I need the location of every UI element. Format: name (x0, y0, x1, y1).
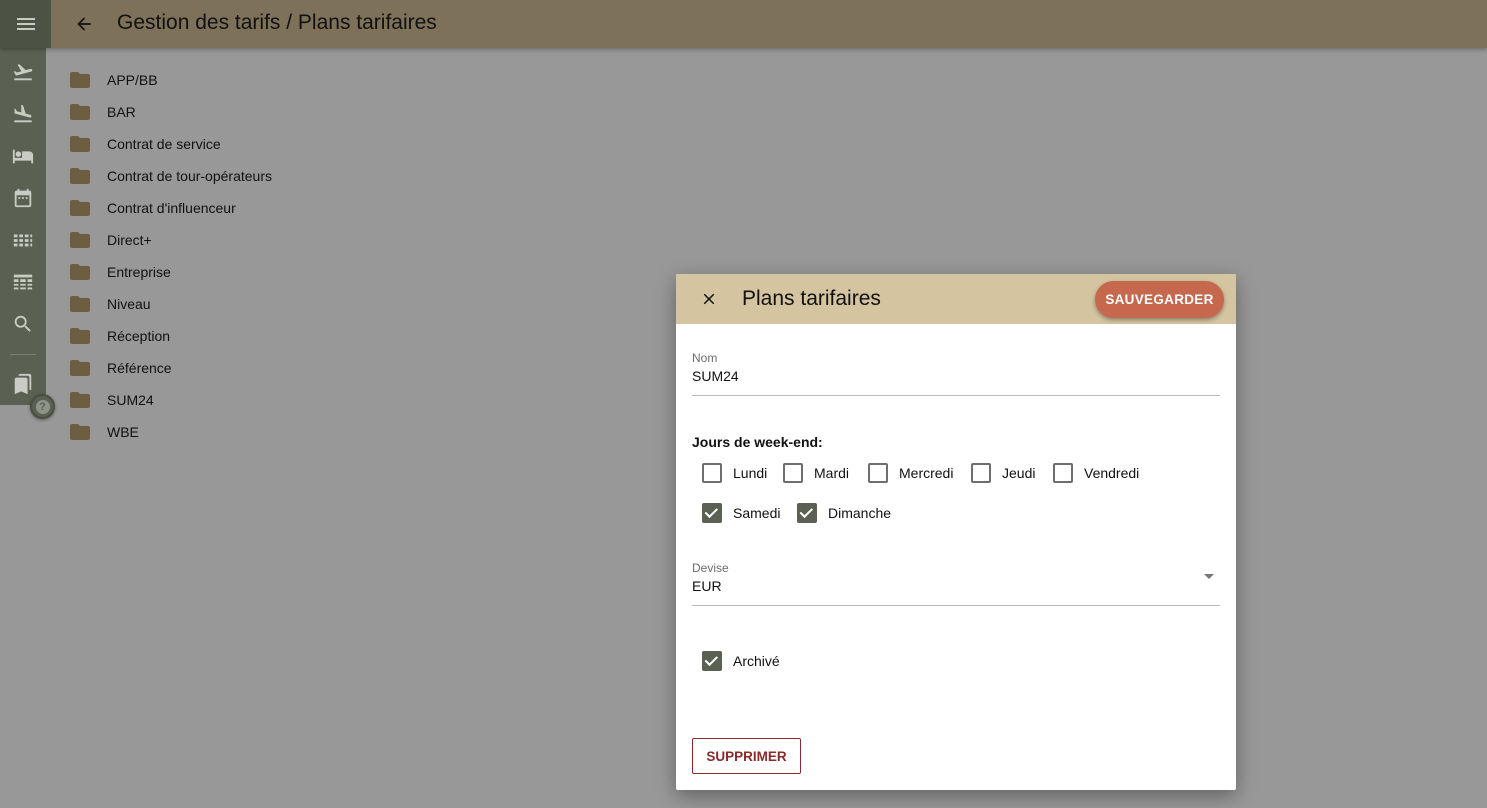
folder-icon (70, 264, 90, 280)
folder-icon (70, 296, 90, 312)
help-icon: ? (35, 399, 50, 414)
day-checkbox-dimanche[interactable]: Dimanche (797, 501, 891, 525)
checkbox-box[interactable] (868, 463, 888, 483)
day-label: Lundi (733, 465, 768, 481)
checkbox-box[interactable] (971, 463, 991, 483)
day-label: Mardi (814, 465, 850, 481)
page-title: Gestion des tarifs / Plans tarifaires (117, 11, 437, 34)
arrow-back-icon (77, 17, 91, 31)
folder-icon (70, 328, 90, 344)
folder-item[interactable]: Niveau (66, 288, 272, 320)
day-checkbox-samedi[interactable]: Samedi (702, 501, 780, 525)
folder-label: APP/BB (107, 72, 158, 88)
devise-label: Devise (692, 561, 729, 575)
folder-label: BAR (107, 104, 136, 120)
delete-button[interactable]: SUPPRIMER (692, 738, 801, 774)
folder-icon (70, 168, 90, 184)
checkbox-box[interactable] (1053, 463, 1073, 483)
day-label: Dimanche (828, 505, 892, 521)
folder-item[interactable]: Contrat de tour-opérateurs (66, 160, 272, 192)
folder-item[interactable]: BAR (66, 96, 272, 128)
archive-checkbox-box[interactable] (702, 651, 722, 671)
flight-land-icon[interactable] (9, 100, 37, 128)
menu-button[interactable] (0, 0, 51, 48)
folder-icon (70, 232, 90, 248)
menu-icon (16, 18, 35, 30)
archive-label: Archivé (733, 653, 780, 669)
close-button[interactable] (696, 286, 722, 312)
close-icon (703, 293, 715, 305)
checkbox-box[interactable] (702, 463, 722, 483)
help-button[interactable]: ? (30, 394, 55, 419)
folder-list: APP/BB BAR Contrat de service Contrat de to… (66, 64, 272, 448)
folder-label: Contrat d'influenceur (107, 200, 236, 216)
checkbox-box[interactable] (702, 503, 722, 523)
day-label: Mercredi (899, 465, 954, 481)
devise-value: EUR (692, 578, 722, 594)
nav-rail (0, 48, 46, 405)
folder-icon (70, 136, 90, 152)
flight-takeoff-icon[interactable] (9, 58, 37, 86)
folder-label: Niveau (107, 296, 151, 312)
save-button[interactable]: SAUVEGARDER (1095, 281, 1224, 318)
folder-label: Contrat de service (107, 136, 221, 152)
folder-item[interactable]: Direct+ (66, 224, 272, 256)
folder-item[interactable]: Contrat de service (66, 128, 272, 160)
folder-label: Entreprise (107, 264, 171, 280)
folder-label: WBE (107, 424, 139, 440)
hotel-bed-icon[interactable] (9, 142, 37, 170)
dialog-header: Plans tarifaires SAUVEGARDER (676, 274, 1236, 324)
folder-label: Contrat de tour-opérateurs (107, 168, 272, 184)
rate-plan-dialog: Plans tarifaires SAUVEGARDER Nom SUM24 J… (676, 274, 1236, 790)
nom-value[interactable]: SUM24 (692, 368, 1220, 384)
folder-icon (70, 200, 90, 216)
day-checkbox-mercredi[interactable]: Mercredi (868, 461, 953, 485)
weekend-days-label: Jours de week-end: (692, 434, 823, 450)
folder-icon (70, 392, 90, 408)
folder-item[interactable]: Réception (66, 320, 272, 352)
bookmarks-icon[interactable] (9, 370, 37, 398)
day-checkbox-jeudi[interactable]: Jeudi (971, 461, 1035, 485)
devise-select[interactable]: Devise EUR (692, 561, 1220, 606)
day-label: Samedi (733, 505, 781, 521)
folder-label: Direct+ (107, 232, 152, 248)
folder-icon (70, 360, 90, 376)
folder-item[interactable]: SUM24 (66, 384, 272, 416)
archive-checkbox[interactable]: Archivé (702, 649, 780, 673)
day-checkbox-lundi[interactable]: Lundi (702, 461, 767, 485)
app-bar: Gestion des tarifs / Plans tarifaires (0, 0, 1487, 48)
grid-icon[interactable] (9, 226, 37, 254)
day-label: Vendredi (1084, 465, 1140, 481)
folder-item[interactable]: WBE (66, 416, 272, 448)
nom-field[interactable]: Nom SUM24 (692, 351, 1220, 396)
calendar-icon[interactable] (9, 184, 37, 212)
folder-item[interactable]: APP/BB (66, 64, 272, 96)
nom-label: Nom (692, 351, 718, 365)
folder-icon (70, 72, 90, 88)
dialog-title: Plans tarifaires (742, 287, 881, 310)
folder-label: Référence (107, 360, 172, 376)
folder-item[interactable]: Entreprise (66, 256, 272, 288)
folder-label: SUM24 (107, 392, 154, 408)
day-checkbox-vendredi[interactable]: Vendredi (1053, 461, 1139, 485)
checkbox-box[interactable] (797, 503, 817, 523)
table-icon[interactable] (9, 268, 37, 296)
folder-item[interactable]: Contrat d'influenceur (66, 192, 272, 224)
day-checkbox-mardi[interactable]: Mardi (783, 461, 849, 485)
back-button[interactable] (68, 8, 100, 40)
search-icon[interactable] (9, 310, 37, 338)
checkbox-box[interactable] (783, 463, 803, 483)
folder-label: Réception (107, 328, 171, 344)
folder-item[interactable]: Référence (66, 352, 272, 384)
chevron-down-icon[interactable] (1204, 574, 1214, 579)
folder-icon (70, 424, 90, 440)
rail-divider (10, 354, 36, 355)
day-label: Jeudi (1002, 465, 1036, 481)
folder-icon (70, 104, 90, 120)
